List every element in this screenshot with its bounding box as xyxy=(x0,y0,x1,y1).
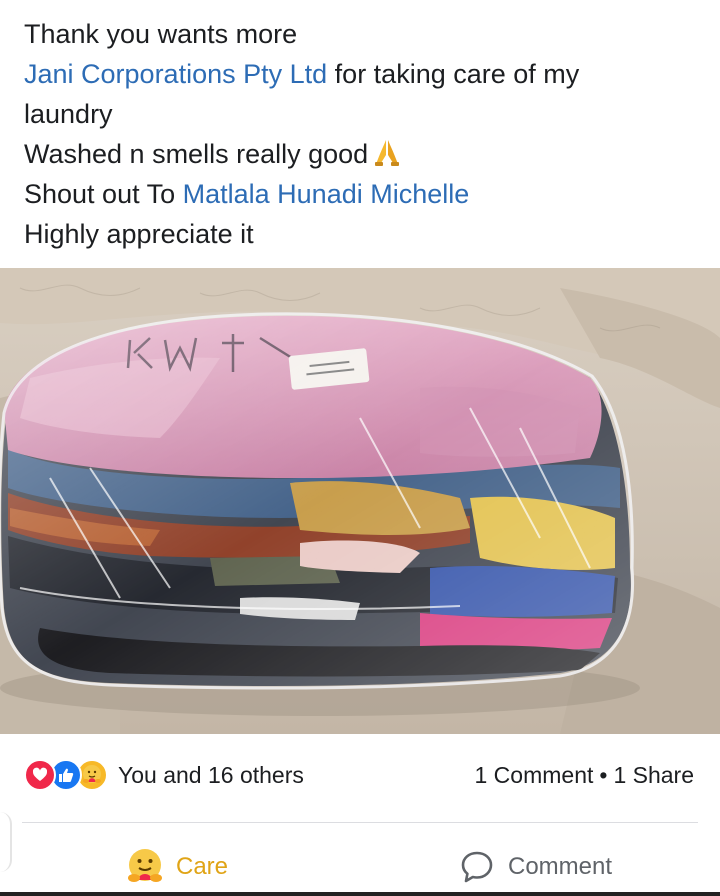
post-line-4: Washed n smells really good xyxy=(24,134,704,174)
post-line-1: Thank you wants more xyxy=(24,19,298,49)
post-line-2: Jani Corporations Pty Ltd for taking car… xyxy=(24,54,704,94)
post-line-2-text: for taking care of my xyxy=(327,59,580,89)
mention-company-link[interactable]: Jani Corporations Pty Ltd xyxy=(24,59,327,89)
comment-button-label: Comment xyxy=(508,853,613,880)
post-line-5-text: Shout out To xyxy=(24,179,183,209)
post-line-5: Shout out To Matlala Hunadi Michelle xyxy=(24,174,704,214)
post-text: Thank you wants more Jani Corporations P… xyxy=(24,14,704,254)
love-reaction-icon xyxy=(24,759,56,791)
separator-dot: • xyxy=(599,762,608,788)
post-line-4-text: Washed n smells really good xyxy=(24,139,369,169)
share-count-link[interactable]: 1 Share xyxy=(613,762,694,788)
engagement-counts: 1 Comment • 1 Share xyxy=(475,762,695,789)
laundry-bag-photo[interactable] xyxy=(0,268,720,734)
care-button[interactable]: Care xyxy=(124,846,228,888)
comment-button[interactable]: Comment xyxy=(456,846,612,888)
post-line-3: laundry xyxy=(24,99,113,129)
comment-count-link[interactable]: 1 Comment xyxy=(475,762,594,788)
care-emoji-icon xyxy=(124,846,166,888)
post-actions-bar: Care Comment xyxy=(0,834,720,896)
mention-person-link[interactable]: Matlala Hunadi Michelle xyxy=(183,179,470,209)
care-button-label: Care xyxy=(176,853,229,880)
reaction-count-text: You and 16 others xyxy=(118,761,304,788)
post-stats: You and 16 others 1 Comment • 1 Share xyxy=(0,745,720,807)
praying-hands-icon xyxy=(372,137,402,167)
post-line-6: Highly appreciate it xyxy=(24,219,254,249)
screen-bottom-edge xyxy=(0,892,720,896)
comment-bubble-icon xyxy=(456,846,498,888)
actions-divider xyxy=(22,822,698,823)
reactions-summary[interactable]: You and 16 others xyxy=(24,759,304,791)
